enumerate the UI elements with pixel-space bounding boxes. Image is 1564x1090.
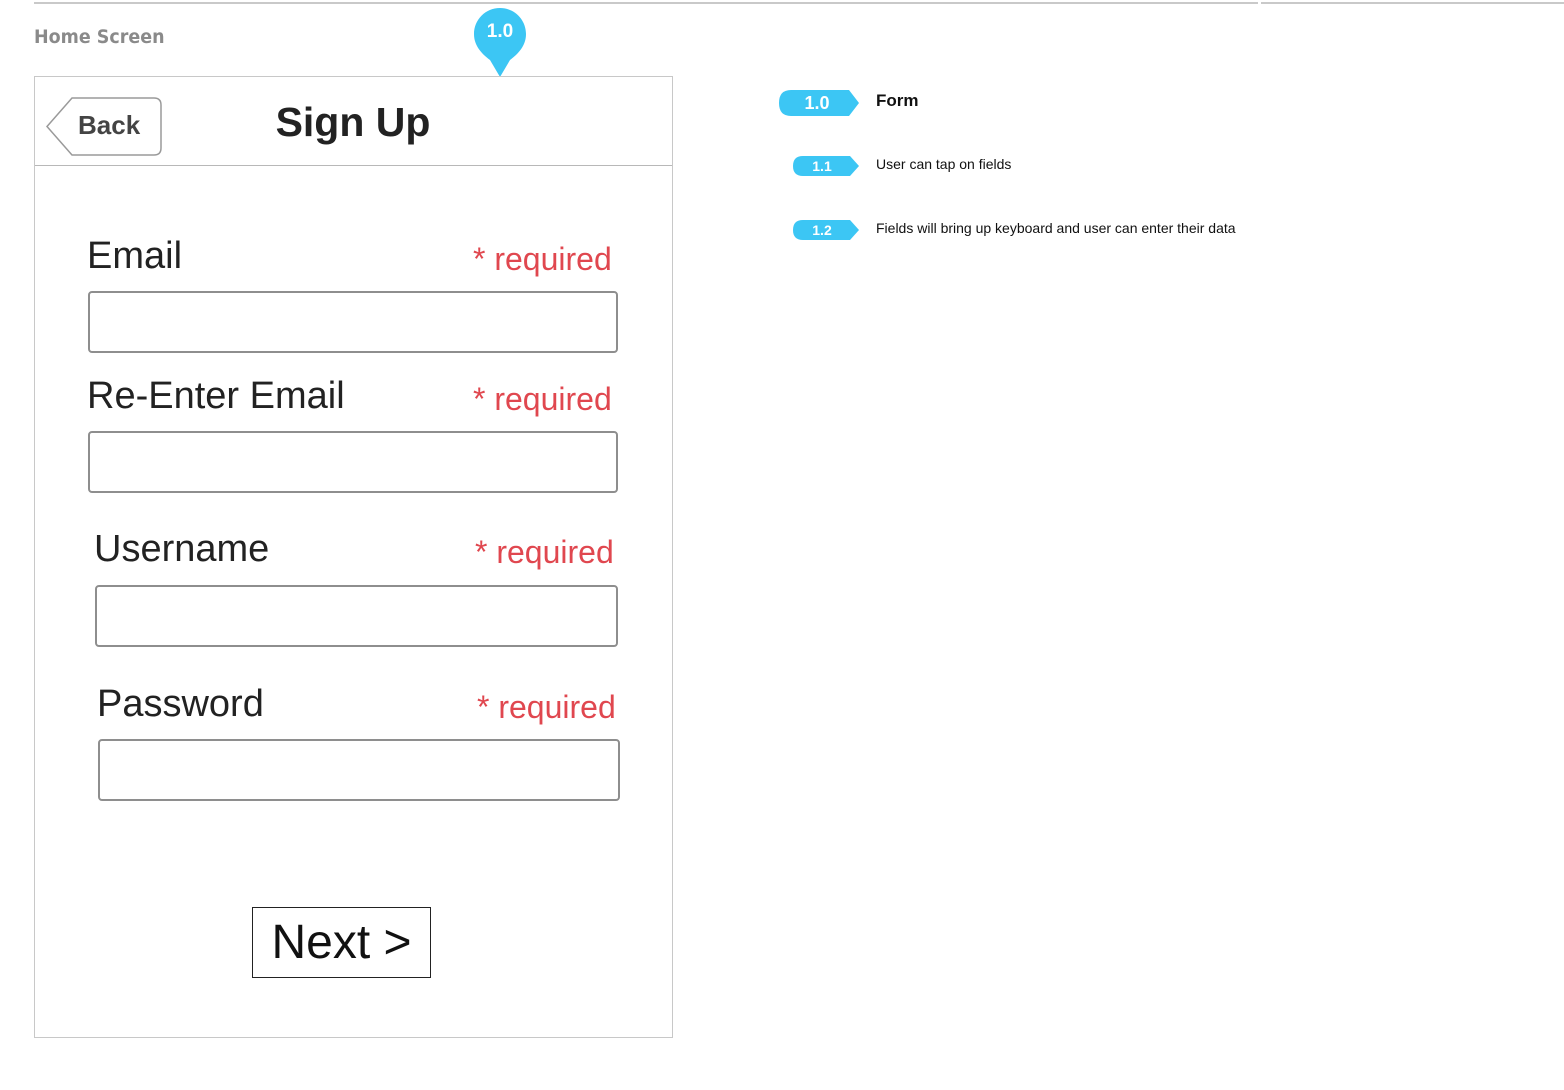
annotation-tag-label: 1.2 xyxy=(812,222,832,238)
top-divider xyxy=(34,2,1564,4)
annotation-tag-label: 1.1 xyxy=(812,158,832,174)
annotation-item: 1.0 Form xyxy=(778,89,1278,119)
password-label: Password xyxy=(97,683,264,725)
annotation-pin-marker: 1.0 xyxy=(474,8,526,78)
username-required-note: * required xyxy=(475,534,614,570)
navigation-bar: Back Sign Up xyxy=(35,77,672,166)
annotation-text: Form xyxy=(876,91,919,110)
top-divider-gap xyxy=(1258,1,1261,5)
back-button-label: Back xyxy=(78,110,141,140)
email-required-note: * required xyxy=(473,241,612,277)
password-field[interactable] xyxy=(98,739,620,801)
username-label: Username xyxy=(94,528,270,570)
password-required-note: * required xyxy=(477,689,616,725)
reenter-email-field[interactable] xyxy=(88,431,618,493)
annotation-item: 1.1 User can tap on fields xyxy=(792,155,1292,179)
annotation-tag-label: 1.0 xyxy=(804,93,830,113)
reenter-email-required-note: * required xyxy=(473,381,612,417)
annotation-item: 1.2 Fields will bring up keyboard and us… xyxy=(792,219,1352,243)
pin-marker-label: 1.0 xyxy=(486,21,514,42)
reenter-email-label: Re-Enter Email xyxy=(87,375,345,417)
back-button[interactable]: Back xyxy=(46,97,162,156)
pin-marker-icon xyxy=(474,8,526,77)
username-field[interactable] xyxy=(95,585,618,647)
email-label: Email xyxy=(87,235,183,277)
email-field[interactable] xyxy=(88,291,618,353)
annotation-text: User can tap on fields xyxy=(876,156,1012,172)
annotation-text: Fields will bring up keyboard and user c… xyxy=(876,220,1236,236)
screen-title: Home Screen xyxy=(34,26,165,48)
next-button[interactable]: Next > xyxy=(252,907,431,978)
phone-screen: Back Sign Up Email * required Re-Enter E… xyxy=(34,76,673,1038)
page-title: Sign Up xyxy=(275,99,431,145)
